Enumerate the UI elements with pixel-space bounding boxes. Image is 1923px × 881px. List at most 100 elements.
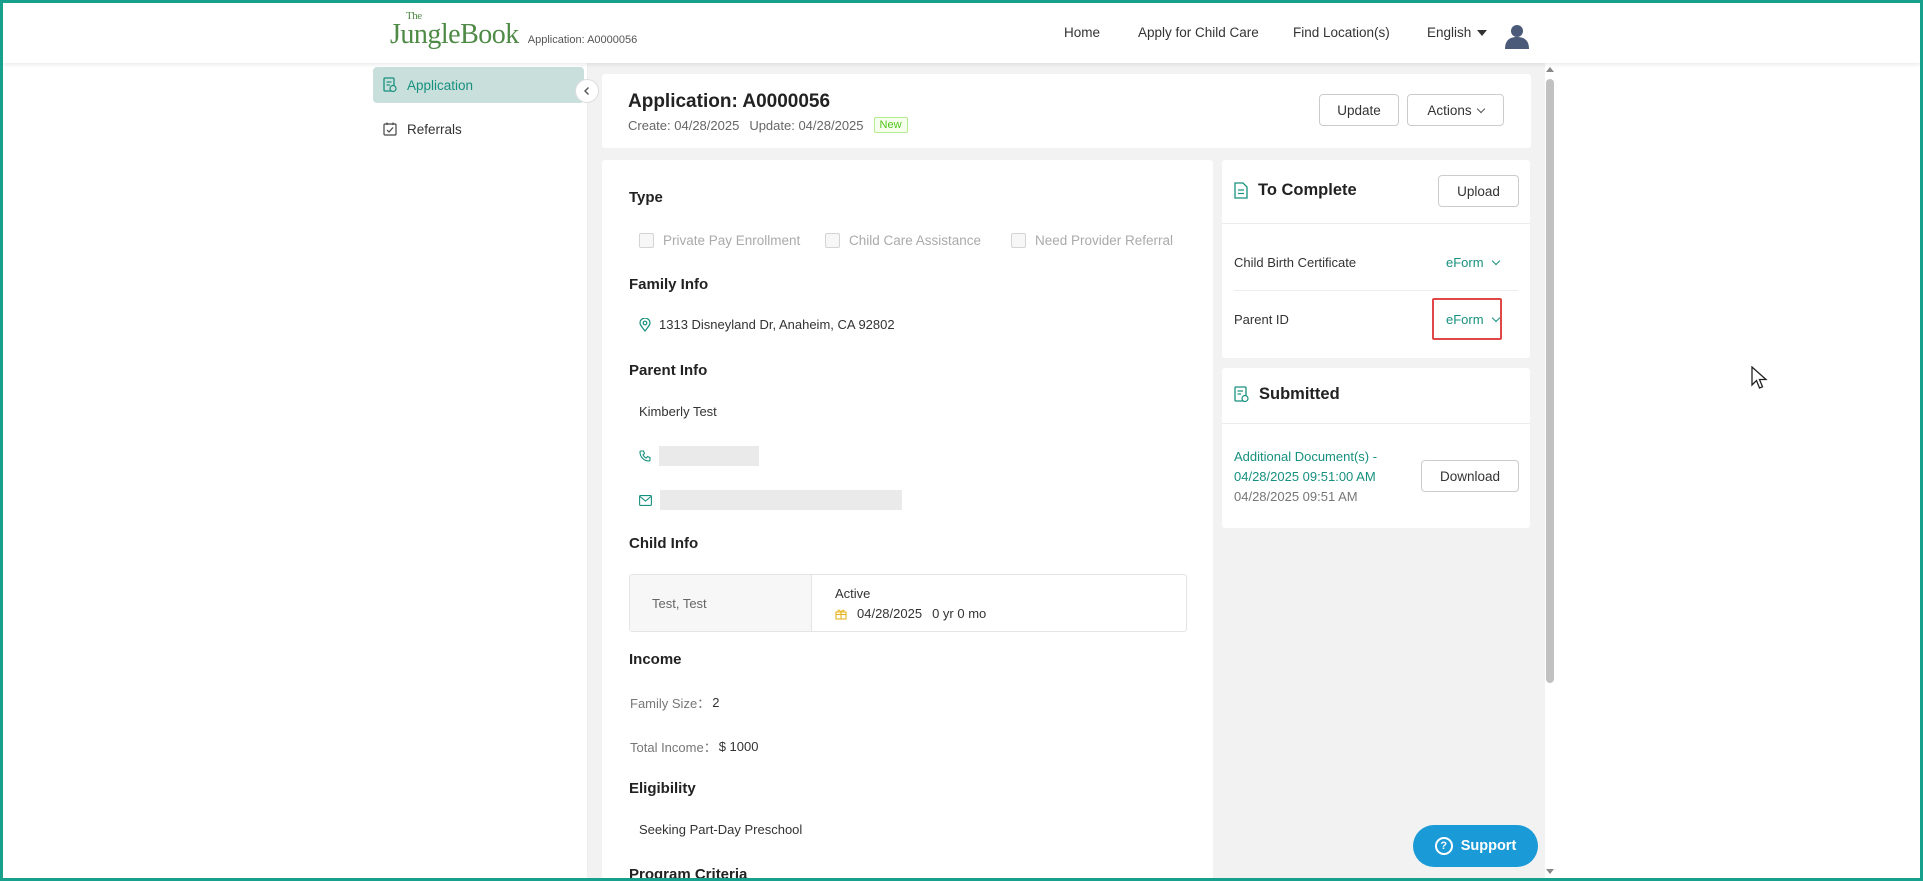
actions-button[interactable]: Actions <box>1407 94 1504 126</box>
update-button-label: Update <box>1337 102 1381 118</box>
to-complete-heading: To Complete <box>1234 181 1357 200</box>
checkbox-box <box>825 233 840 248</box>
doc-parent-id: Parent ID <box>1234 312 1289 327</box>
sidebar-item-application[interactable]: Application <box>373 67 584 103</box>
family-info-heading: Family Info <box>629 276 709 293</box>
total-income-label: Total Income： <box>630 740 717 755</box>
submitted-title: Submitted <box>1259 385 1340 403</box>
top-header: The JungleBook Application: A0000056 Hom… <box>3 3 1920 63</box>
mouse-cursor-icon <box>1751 366 1768 389</box>
child-info-heading: Child Info <box>629 535 699 552</box>
child-dob-row: 04/28/2025 0 yr 0 mo <box>835 606 986 621</box>
collapse-sidebar-button[interactable] <box>575 79 599 103</box>
status-badge: New <box>873 117 908 133</box>
phone-redacted <box>659 446 759 466</box>
logo-main-text: JungleBook <box>390 19 519 50</box>
child-status: Active <box>835 586 871 601</box>
family-size-label: Family Size： <box>630 696 711 711</box>
chevron-left-icon <box>584 87 589 95</box>
divider <box>1234 290 1518 291</box>
scrollbar-thumb[interactable] <box>1546 79 1554 683</box>
update-date: Update: 04/28/2025 <box>749 117 864 133</box>
total-income-row: Total Income： $ 1000 <box>630 737 758 756</box>
application-details-card <box>602 160 1213 880</box>
gift-icon <box>835 609 847 620</box>
child-detail: Active 04/28/2025 0 yr 0 mo <box>812 575 986 631</box>
eligibility-value: Seeking Part-Day Preschool <box>639 822 803 837</box>
help-icon: ? <box>1434 837 1453 855</box>
checkbox-child-care-assistance[interactable]: Child Care Assistance <box>825 233 981 248</box>
chevron-down-icon <box>1491 256 1500 266</box>
nav-home[interactable]: Home <box>1064 25 1100 40</box>
income-heading: Income <box>629 651 682 668</box>
logo-the: The <box>406 10 422 22</box>
application-dates: Create: 04/28/2025 Update: 04/28/2025 Ne… <box>628 117 908 133</box>
submitted-heading: Submitted <box>1234 385 1340 404</box>
create-date: Create: 04/28/2025 <box>628 117 740 133</box>
parent-name: Kimberly Test <box>639 404 717 419</box>
checkbox-private-pay[interactable]: Private Pay Enrollment <box>639 233 800 248</box>
chevron-down-icon <box>1476 104 1485 113</box>
family-address: 1313 Disneyland Dr, Anaheim, CA 92802 <box>639 317 895 332</box>
support-label: Support <box>1460 838 1517 854</box>
user-avatar-icon[interactable] <box>1504 23 1530 49</box>
language-select[interactable]: English <box>1427 25 1488 40</box>
scroll-up-arrow-icon[interactable] <box>1546 67 1554 72</box>
upload-button-label: Upload <box>1457 183 1500 199</box>
caret-down-icon <box>1477 29 1488 36</box>
divider <box>1222 423 1530 424</box>
update-button[interactable]: Update <box>1319 94 1399 126</box>
header-app-ref: Application: A0000056 <box>527 34 638 46</box>
child-age: 0 yr 0 mo <box>932 606 987 621</box>
eform-label: eForm <box>1446 255 1484 270</box>
support-button[interactable]: ? Support <box>1413 825 1538 867</box>
location-pin-icon <box>639 317 651 332</box>
eligibility-heading: Eligibility <box>629 780 696 797</box>
email-icon <box>639 494 652 506</box>
submitted-date: 04/28/2025 09:51 AM <box>1234 489 1358 504</box>
total-income-value: $ 1000 <box>718 739 759 754</box>
download-button[interactable]: Download <box>1421 460 1519 492</box>
eform-dropdown-birth-certificate[interactable]: eForm <box>1446 255 1500 270</box>
address-text: 1313 Disneyland Dr, Anaheim, CA 92802 <box>659 317 895 332</box>
checkbox-box <box>639 233 654 248</box>
program-criteria-heading: Program Criteria <box>629 866 748 881</box>
doc-child-birth-certificate: Child Birth Certificate <box>1234 255 1357 270</box>
checkbox-provider-referral[interactable]: Need Provider Referral <box>1011 233 1173 248</box>
page-title: Application: A0000056 <box>628 91 831 112</box>
logo-wordmark: The JungleBook <box>390 11 519 50</box>
language-label: English <box>1427 25 1472 40</box>
checkbox-label: Child Care Assistance <box>849 233 982 248</box>
parent-info-heading: Parent Info <box>629 362 708 379</box>
checklist-icon <box>383 122 397 136</box>
highlight-box <box>1432 298 1502 340</box>
checkbox-label: Private Pay Enrollment <box>663 233 801 248</box>
child-record[interactable]: Test, Test Active 04/28/2025 0 yr 0 mo <box>629 574 1187 632</box>
scroll-down-arrow-icon[interactable] <box>1546 869 1554 874</box>
child-dob: 04/28/2025 <box>857 606 923 621</box>
nav-apply[interactable]: Apply for Child Care <box>1138 25 1259 40</box>
sidebar-item-referrals[interactable]: Referrals <box>373 111 584 147</box>
actions-button-label: Actions <box>1427 102 1472 118</box>
divider <box>1222 223 1530 224</box>
family-size-row: Family Size： 2 <box>630 693 719 712</box>
application-icon <box>383 77 397 93</box>
parent-email <box>639 490 902 510</box>
checkbox-label: Need Provider Referral <box>1035 233 1174 248</box>
submitted-document-link[interactable]: Additional Document(s) - 04/28/2025 09:5… <box>1234 447 1414 487</box>
sidebar-item-label: Application <box>407 77 474 93</box>
document-icon <box>1234 182 1248 199</box>
checkbox-box <box>1011 233 1026 248</box>
nav-find-locations[interactable]: Find Location(s) <box>1293 25 1390 40</box>
child-name: Test, Test <box>630 575 812 631</box>
to-complete-title: To Complete <box>1258 181 1357 199</box>
parent-phone <box>639 446 759 466</box>
submitted-doc-icon <box>1234 386 1249 403</box>
phone-icon <box>639 450 651 462</box>
logo[interactable]: The JungleBook Application: A0000056 <box>390 11 638 50</box>
upload-button[interactable]: Upload <box>1438 175 1519 207</box>
type-heading: Type <box>629 189 663 206</box>
sidebar-item-label: Referrals <box>407 121 462 137</box>
download-button-label: Download <box>1439 468 1501 484</box>
sidebar: Application Referrals <box>369 63 588 878</box>
